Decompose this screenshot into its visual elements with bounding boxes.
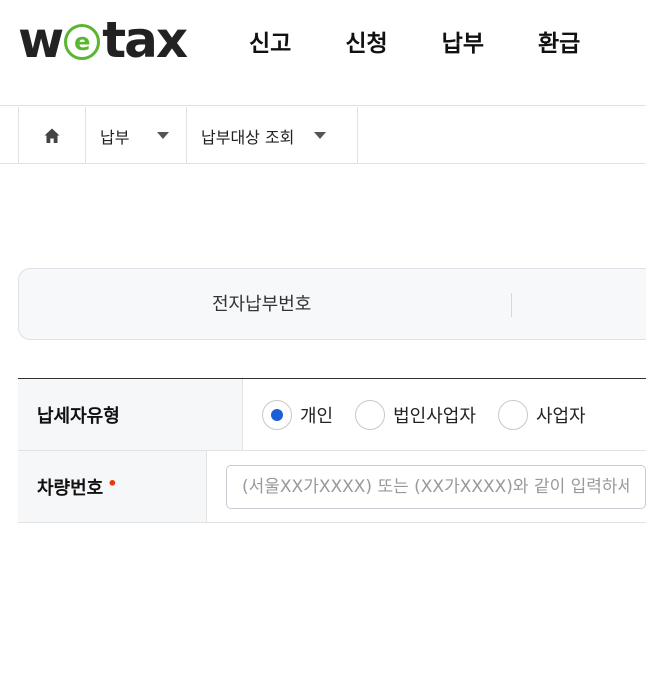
gnb-item-payment[interactable]: 납부 [442,26,484,62]
logo-prefix: w [18,11,64,69]
logo-e-circle: e [64,24,101,60]
breadcrumb: 납부 납부대상 조회 [18,107,358,164]
site-header: w e tax 신고 신청 납부 환급 [0,0,646,106]
radio-corporate-business[interactable]: 법인사업자 [355,399,476,430]
gnb-item-refund[interactable]: 환급 [538,26,580,62]
radio-individual-circle[interactable] [262,399,292,430]
wetax-logo[interactable]: w e tax [18,11,188,69]
required-mark: • [107,474,118,493]
caret-down-icon [314,132,327,139]
tab-electronic-payment-number[interactable]: 전자납부번호 [212,269,311,341]
breadcrumb-divider [0,163,646,164]
breadcrumb-level2-dropdown[interactable]: 납부대상 조회 [187,107,358,164]
form-row-vehicle-number: 차량번호 • [18,451,646,523]
radio-business-label: 사업자 [535,405,586,427]
radio-business-circle[interactable] [497,399,528,430]
breadcrumb-level1-dropdown[interactable]: 납부 [86,107,187,164]
gnb-item-apply[interactable]: 신청 [345,26,387,62]
breadcrumb-level1-label: 납부 [100,127,130,147]
taxpayer-type-label: 납세자유형 [18,379,243,450]
breadcrumb-home[interactable] [19,107,86,164]
vehicle-number-cell [207,451,646,522]
radio-business[interactable]: 사업자 [497,399,586,430]
taxpayer-type-label-text: 납세자유형 [37,405,120,427]
radio-corporate-business-circle[interactable] [355,399,386,430]
global-nav: 신고 신청 납부 환급 [249,26,634,62]
vehicle-number-label-text: 차량번호 [37,477,104,499]
caret-down-icon [157,132,170,139]
radio-individual-label: 개인 [300,405,334,427]
form-row-taxpayer-type: 납세자유형 개인 법인사업자 사업자 [18,379,646,451]
logo-suffix: tax [102,11,188,69]
radio-individual[interactable]: 개인 [262,399,334,430]
tab-divider [511,293,512,317]
vehicle-number-input[interactable] [226,464,646,509]
gnb-item-report[interactable]: 신고 [249,26,291,62]
radio-corporate-business-label: 법인사업자 [393,405,476,427]
home-icon [44,128,60,143]
search-tabs: 전자납부번호 [18,268,646,340]
taxpayer-type-options: 개인 법인사업자 사업자 [243,379,646,450]
breadcrumb-level2-label: 납부대상 조회 [201,127,295,147]
search-form: 납세자유형 개인 법인사업자 사업자 차량번호 • [18,378,646,523]
vehicle-number-label: 차량번호 • [18,451,207,522]
